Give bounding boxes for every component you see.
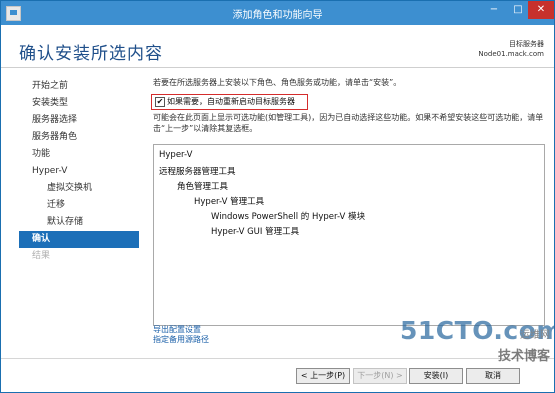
previous-button[interactable]: < 上一步(P): [296, 368, 350, 384]
nav-item-migration[interactable]: 迁移: [19, 197, 139, 214]
list-item: 远程服务器管理工具: [159, 167, 236, 177]
page-title: 确认安装所选内容: [19, 44, 163, 64]
export-config-link[interactable]: 导出配置设置: [153, 325, 209, 335]
target-server-caption: 目标服务器: [509, 40, 544, 48]
list-item: Windows PowerShell 的 Hyper-V 模块: [211, 212, 366, 222]
nav-item-server-roles[interactable]: 服务器角色: [19, 129, 139, 146]
nav-item-features[interactable]: 功能: [19, 146, 139, 163]
nav-item-before-you-begin[interactable]: 开始之前: [19, 78, 139, 95]
watermark-sub: 技术博客: [497, 349, 550, 364]
nav-item-server-selection[interactable]: 服务器选择: [19, 112, 139, 129]
restart-option[interactable]: ✔ 如果需要，自动重新启动目标服务器: [151, 94, 308, 110]
list-item: Hyper-V 管理工具: [194, 197, 265, 207]
nav-item-default-stores[interactable]: 默认存储: [19, 214, 139, 231]
next-button: 下一步(N) >: [353, 368, 407, 384]
title-bar[interactable]: 添加角色和功能向导 − □ ✕: [1, 1, 554, 25]
maximize-button[interactable]: □: [506, 1, 530, 19]
wizard-window: 添加角色和功能向导 − □ ✕ 确认安装所选内容 目标服务器 Node01.ma…: [0, 0, 555, 393]
features-list[interactable]: Hyper-V 远程服务器管理工具 角色管理工具 Hyper-V 管理工具 Wi…: [153, 144, 545, 326]
nav-item-hyper-v[interactable]: Hyper-V: [19, 163, 139, 180]
restart-label[interactable]: 如果需要，自动重新启动目标服务器: [167, 96, 295, 107]
list-item: Hyper-V: [159, 150, 193, 160]
list-item: 角色管理工具: [177, 182, 229, 192]
watermark-logo: 运维网 51CTO.com 技术博客: [400, 316, 555, 386]
header-divider: [1, 67, 554, 68]
list-item: Hyper-V GUI 管理工具: [211, 227, 300, 237]
wizard-nav: 开始之前 安装类型 服务器选择 服务器角色 功能 Hyper-V 虚拟交换机 迁…: [19, 78, 139, 265]
nav-item-results: 结果: [32, 251, 51, 261]
intro-text: 若要在所选服务器上安装以下角色、角色服务或功能，请单击“安装”。: [153, 78, 402, 87]
minimize-button[interactable]: −: [482, 1, 506, 19]
watermark-tag: 运维网: [520, 330, 550, 341]
restart-checkbox[interactable]: ✔: [155, 97, 165, 107]
alternate-source-link[interactable]: 指定备用源路径: [153, 335, 209, 345]
nav-item-virtual-switches[interactable]: 虚拟交换机: [19, 180, 139, 197]
optional-features-note: 可能会在此页面上显示可选功能(如管理工具)，因为已自动选择这些功能。如果不希望安…: [153, 113, 544, 133]
target-server-info: 目标服务器 Node01.mack.com: [478, 39, 544, 59]
target-server-name: Node01.mack.com: [478, 50, 544, 58]
close-button[interactable]: ✕: [528, 1, 554, 19]
content-area: 若要在所选服务器上安装以下角色、角色服务或功能，请单击“安装”。 ✔ 如果需要，…: [151, 77, 545, 344]
links-area: 导出配置设置 指定备用源路径: [153, 325, 209, 345]
nav-item-confirmation[interactable]: 确认: [19, 231, 139, 248]
nav-item-installation-type[interactable]: 安装类型: [19, 95, 139, 112]
window-title: 添加角色和功能向导: [232, 10, 323, 21]
